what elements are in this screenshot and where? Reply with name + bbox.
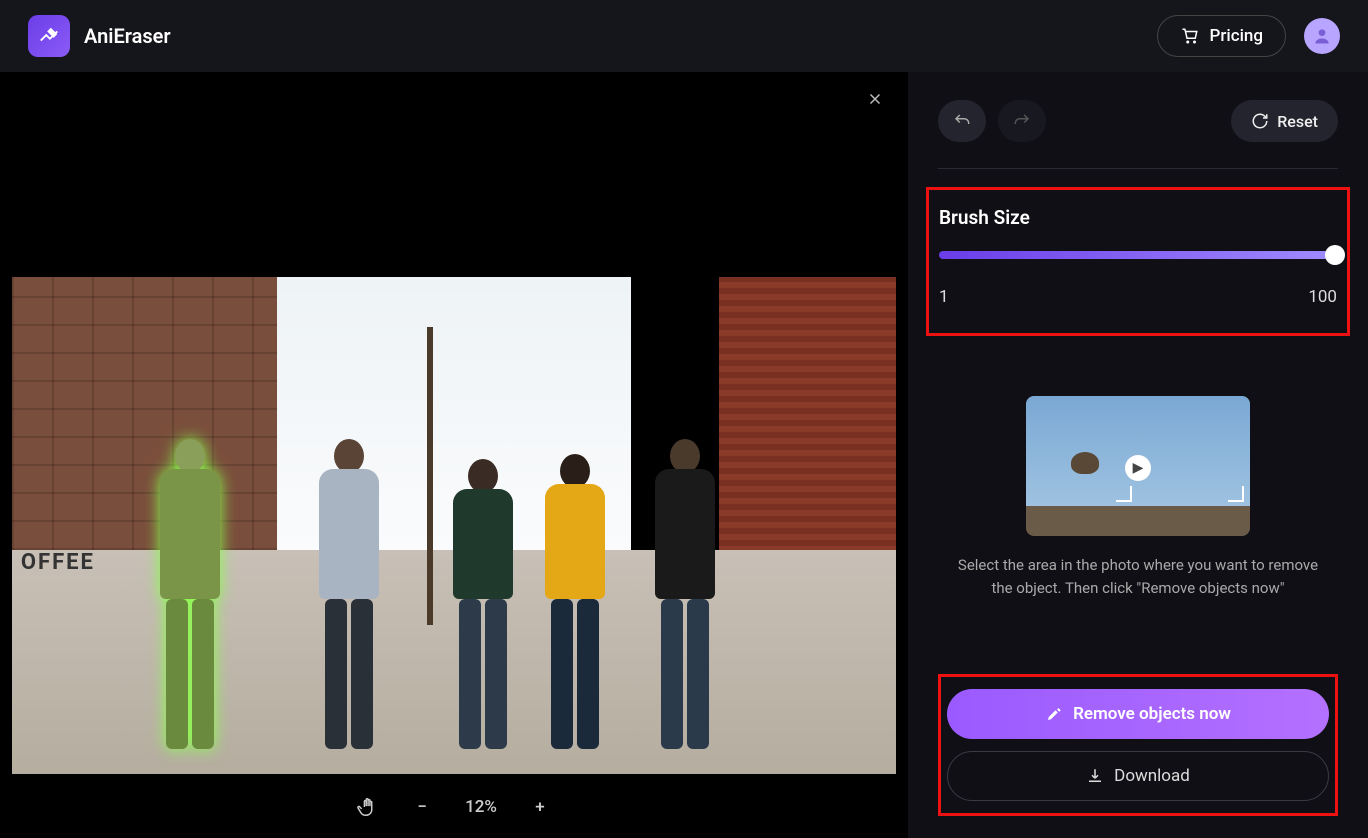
person-selected-mask [145,439,235,749]
bird-icon [1071,452,1099,474]
undo-button[interactable] [938,100,986,142]
close-button[interactable] [866,90,884,108]
slider-thumb[interactable] [1325,245,1345,265]
person-3 [445,459,521,749]
brush-max: 100 [1308,287,1337,307]
reset-icon [1251,112,1269,130]
remove-objects-button[interactable]: Remove objects now [947,689,1329,739]
hint-text: Select the area in the photo where you w… [938,554,1338,599]
reset-button[interactable]: Reset [1231,100,1338,142]
pricing-button[interactable]: Pricing [1157,15,1287,57]
arrow-right-icon: ▶ [1125,455,1151,481]
brush-icon [1045,705,1063,723]
zoom-in-button[interactable]: + [529,797,551,817]
user-icon [1312,26,1332,46]
person-5 [640,439,730,749]
app-logo-icon [28,15,70,57]
redo-icon [1012,112,1032,130]
download-button[interactable]: Download [947,751,1329,801]
before-after-preview: Before After ▶ [1026,396,1250,536]
download-label: Download [1114,766,1190,786]
image-canvas[interactable]: OFFEE [12,277,896,774]
undo-icon [952,112,972,130]
coffee-sign: OFFEE [21,550,95,575]
reset-label: Reset [1277,112,1318,131]
zoom-controls: − 12% + [357,796,551,818]
remove-label: Remove objects now [1073,704,1231,724]
person-4 [534,454,616,749]
redo-button[interactable] [998,100,1046,142]
brush-size-label: Brush Size [939,206,1337,229]
avatar[interactable] [1304,18,1340,54]
zoom-out-button[interactable]: − [411,797,433,817]
header-actions: Pricing [1157,15,1341,57]
divider [938,168,1338,169]
download-icon [1086,767,1104,785]
app-name: AniEraser [84,24,171,48]
brush-min: 1 [939,287,949,307]
app-header: AniEraser Pricing [0,0,1368,72]
pan-hand-icon[interactable] [357,796,379,818]
action-section: Remove objects now Download [938,674,1338,816]
main: OFFEE − 12% + [0,72,1368,838]
canvas-area: OFFEE − 12% + [0,72,908,838]
preview-section: Before After ▶ Select the area in the ph… [938,396,1338,599]
preview-before: Before [1026,396,1138,536]
brush-size-slider[interactable] [939,251,1337,259]
pricing-label: Pricing [1210,26,1264,46]
preview-after: After [1138,396,1250,536]
logo-group: AniEraser [28,15,171,57]
close-icon [866,90,884,108]
tree [427,327,433,625]
zoom-percent: 12% [465,797,497,817]
cart-icon [1180,27,1200,45]
side-panel: Reset Brush Size 1 100 Before A [908,72,1368,838]
person-2 [304,439,394,749]
history-row: Reset [938,100,1338,142]
brush-size-section: Brush Size 1 100 [926,187,1350,336]
